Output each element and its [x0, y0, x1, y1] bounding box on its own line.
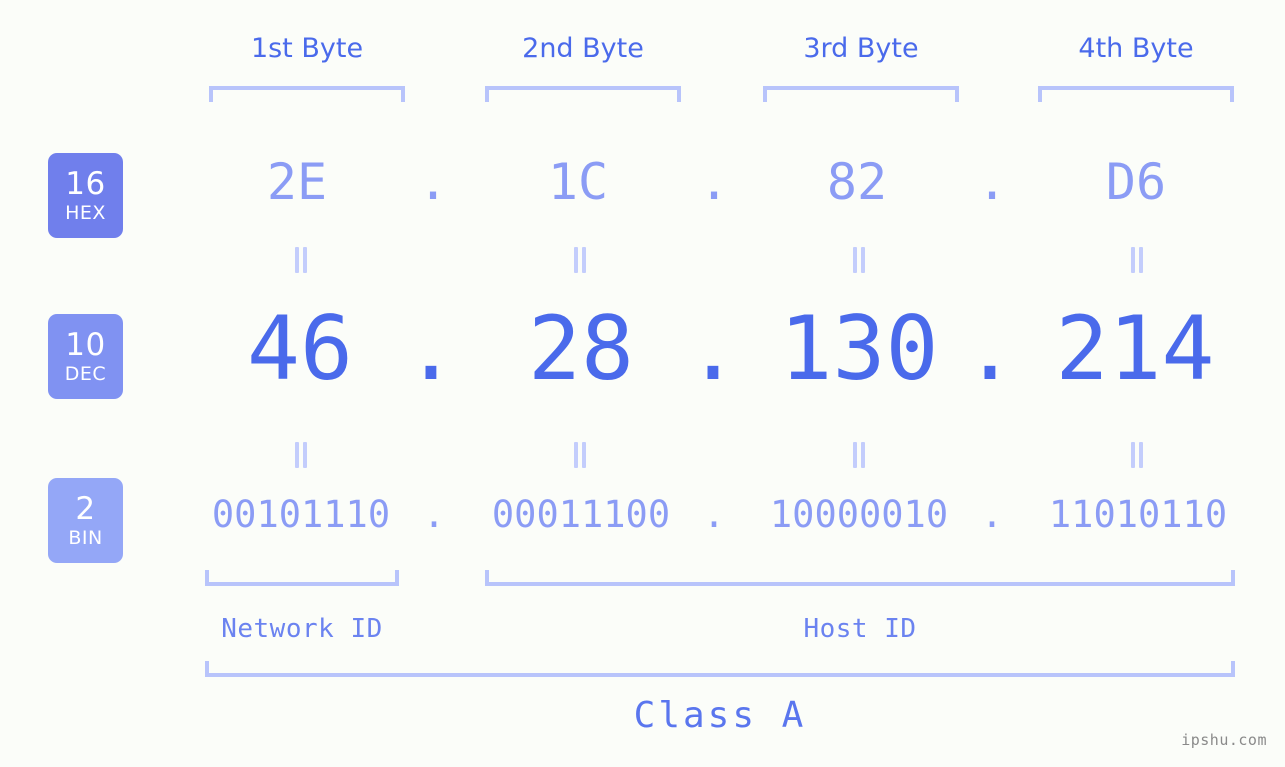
- binary-separator-2: .: [702, 493, 726, 536]
- decimal-separator-3: .: [963, 297, 1017, 400]
- decimal-byte-4: 214: [1055, 297, 1215, 400]
- base-badge-dec-label: DEC: [64, 362, 107, 385]
- network-id-bracket: [205, 570, 399, 586]
- watermark: ipshu.com: [1181, 731, 1267, 749]
- hex-separator-1: .: [417, 153, 449, 211]
- binary-byte-4: 11010110: [1048, 493, 1228, 536]
- base-badge-hex-number: 16: [65, 165, 106, 202]
- ip-address-breakdown-diagram: 16 HEX 10 DEC 2 BIN 1st Byte 2nd Byte 3r…: [0, 0, 1285, 767]
- equals-connector-hex-dec-3: [852, 247, 866, 273]
- base-badge-hex: 16 HEX: [48, 153, 123, 238]
- equals-connector-dec-bin-2: [573, 442, 587, 468]
- byte-bracket-3: [763, 86, 959, 102]
- base-badge-bin: 2 BIN: [48, 478, 123, 563]
- byte-bracket-2: [485, 86, 681, 102]
- binary-separator-3: .: [980, 493, 1004, 536]
- hex-byte-2: 1C: [547, 153, 609, 211]
- base-badge-bin-label: BIN: [68, 526, 103, 549]
- binary-separator-1: .: [422, 493, 446, 536]
- ip-class-label: Class A: [633, 695, 807, 736]
- byte-header-4: 4th Byte: [1078, 33, 1194, 64]
- byte-header-1: 1st Byte: [250, 33, 364, 64]
- equals-connector-hex-dec-1: [294, 247, 308, 273]
- network-id-label: Network ID: [221, 614, 383, 644]
- hex-byte-1: 2E: [266, 153, 328, 211]
- base-badge-dec-number: 10: [65, 326, 106, 363]
- byte-bracket-1: [209, 86, 405, 102]
- hex-byte-3: 82: [826, 153, 888, 211]
- class-bracket: [205, 661, 1235, 677]
- decimal-separator-1: .: [404, 297, 458, 400]
- decimal-byte-1: 46: [247, 297, 353, 400]
- base-badge-bin-number: 2: [75, 490, 96, 527]
- binary-byte-2: 00011100: [491, 493, 671, 536]
- decimal-byte-2: 28: [528, 297, 634, 400]
- binary-byte-3: 10000010: [769, 493, 949, 536]
- base-badge-hex-label: HEX: [65, 201, 106, 224]
- byte-header-2: 2nd Byte: [522, 33, 644, 64]
- equals-connector-dec-bin-3: [852, 442, 866, 468]
- hex-separator-3: .: [976, 153, 1008, 211]
- equals-connector-hex-dec-2: [573, 247, 587, 273]
- host-id-bracket: [485, 570, 1235, 586]
- binary-byte-1: 00101110: [211, 493, 391, 536]
- equals-connector-dec-bin-4: [1130, 442, 1144, 468]
- byte-bracket-4: [1038, 86, 1234, 102]
- base-badge-dec: 10 DEC: [48, 314, 123, 399]
- hex-separator-2: .: [698, 153, 730, 211]
- byte-header-3: 3rd Byte: [803, 33, 919, 64]
- hex-byte-4: D6: [1105, 153, 1167, 211]
- equals-connector-dec-bin-1: [294, 442, 308, 468]
- equals-connector-hex-dec-4: [1130, 247, 1144, 273]
- host-id-label: Host ID: [803, 614, 917, 644]
- decimal-separator-2: .: [686, 297, 740, 400]
- decimal-byte-3: 130: [779, 297, 939, 400]
